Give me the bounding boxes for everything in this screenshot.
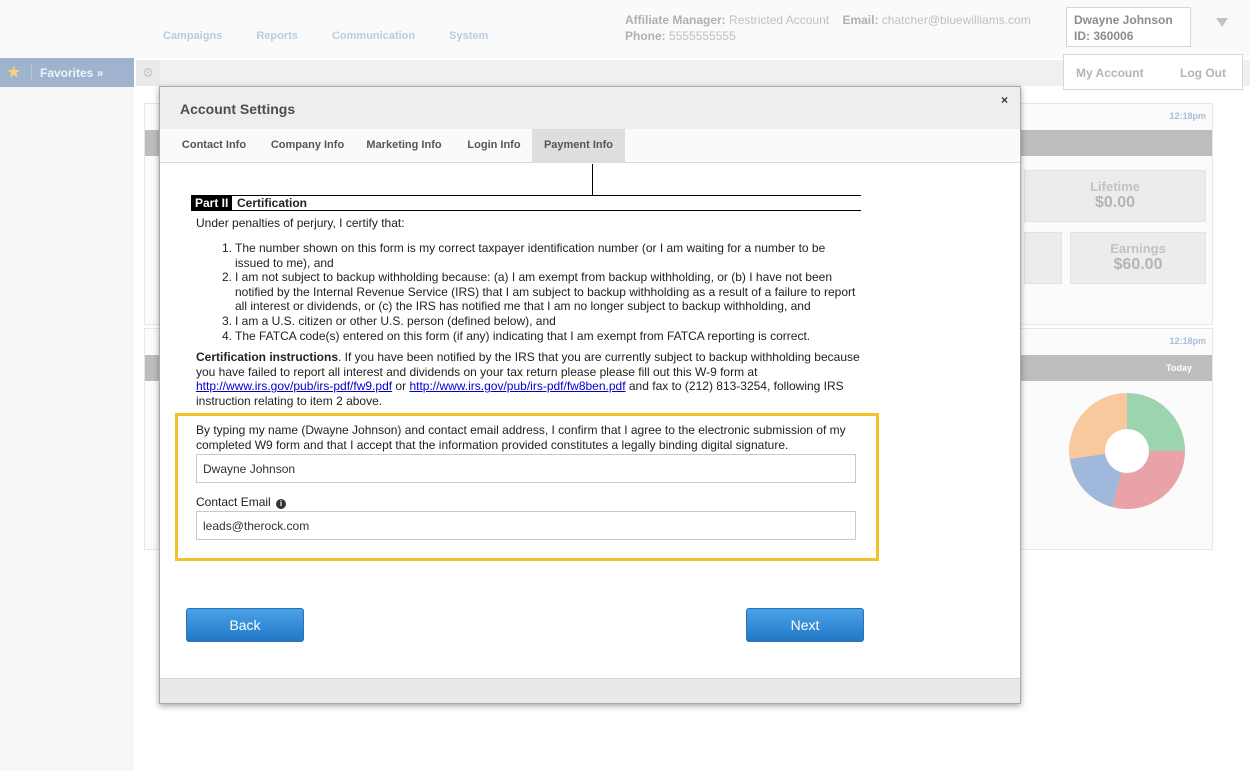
chevron-down-icon[interactable] <box>1216 18 1228 27</box>
tab-contact-info[interactable]: Contact Info <box>172 129 256 163</box>
list-item: 3. I am a U.S. citizen or other U.S. pers… <box>222 314 862 329</box>
earnings-value: $60.00 <box>1113 256 1163 273</box>
lifetime-stat: Lifetime $0.00 <box>1024 170 1206 222</box>
manager-value: Restricted Account <box>729 13 830 27</box>
certification-heading: Certification <box>237 196 308 210</box>
affiliate-manager-info: Affiliate Manager: Restricted Account Em… <box>625 12 1031 44</box>
item-text: I am a U.S. citizen or other U.S. person… <box>235 313 556 328</box>
tab-company-info[interactable]: Company Info <box>260 129 355 163</box>
fw9-link[interactable]: http://www.irs.gov/pub/irs-pdf/fw9.pdf <box>196 379 392 393</box>
lifetime-value: $0.00 <box>1094 194 1136 211</box>
phone-value: 5555555555 <box>669 29 736 43</box>
lifetime-label: Lifetime <box>1090 179 1140 194</box>
panel-time: 12:18pm <box>1169 336 1206 346</box>
tab-marketing-info[interactable]: Marketing Info <box>360 129 448 163</box>
main-nav: Campaigns Reports Communication System <box>163 30 519 42</box>
donut-chart <box>1069 393 1185 509</box>
my-account-link[interactable]: My Account <box>1076 66 1144 80</box>
stat-box <box>1024 232 1062 284</box>
divider <box>31 64 32 81</box>
item-text: I am not subject to backup withholding b… <box>235 270 856 314</box>
contact-email-input[interactable] <box>196 511 856 540</box>
account-settings-modal: Account Settings × Contact Info Company … <box>159 86 1021 704</box>
certification-instructions: Certification instructions. If you have … <box>196 350 861 408</box>
list-item: 2. I am not subject to backup withholding… <box>222 270 862 314</box>
panel-time: 12:18pm <box>1169 111 1206 121</box>
contact-email-label: Contact Email i <box>196 495 287 509</box>
fw8ben-link[interactable]: http://www.irs.gov/pub/irs-pdf/fw8ben.pd… <box>409 379 625 393</box>
donut-hole <box>1105 429 1149 473</box>
favorites-label: Favorites » <box>40 66 104 80</box>
tab-login-info[interactable]: Login Info <box>459 129 529 163</box>
manager-label: Affiliate Manager: <box>625 13 726 27</box>
top-bar: Campaigns Reports Communication System A… <box>0 0 1250 58</box>
email-value: chatcher@bluewilliams.com <box>881 13 1031 27</box>
nav-communication[interactable]: Communication <box>332 30 415 42</box>
nav-campaigns[interactable]: Campaigns <box>163 30 222 42</box>
earnings-label: Earnings <box>1110 241 1166 256</box>
user-name: Dwayne Johnson <box>1074 13 1173 27</box>
divider <box>191 210 861 211</box>
modal-header: Account Settings × <box>160 87 1020 129</box>
item-number: 1. <box>222 241 233 255</box>
email-label: Email: <box>842 13 879 27</box>
tab-bar: Contact Info Company Info Marketing Info… <box>160 129 1020 163</box>
list-item: 1. The number shown on this form is my co… <box>222 241 862 270</box>
certification-list: 1. The number shown on this form is my co… <box>222 241 862 343</box>
sidebar <box>0 58 134 771</box>
item-text: The number shown on this form is my corr… <box>235 241 826 270</box>
item-number: 4. <box>222 328 233 343</box>
item-number: 3. <box>222 313 233 328</box>
star-icon: ★ <box>7 64 21 81</box>
list-item: 4. The FATCA code(s) entered on this form… <box>222 329 862 344</box>
close-icon[interactable]: × <box>1001 93 1008 107</box>
account-menu: My Account Log Out <box>1063 54 1243 90</box>
nav-reports[interactable]: Reports <box>256 30 298 42</box>
back-button[interactable]: Back <box>186 608 304 642</box>
logout-link[interactable]: Log Out <box>1180 66 1226 80</box>
modal-footer <box>160 678 1020 703</box>
earnings-stat: Earnings $60.00 <box>1070 232 1206 284</box>
contact-email-label-text: Contact Email <box>196 495 271 509</box>
favorites-bar[interactable]: ★ Favorites » <box>0 58 134 87</box>
agreement-text: By typing my name (Dwayne Johnson) and c… <box>196 423 846 452</box>
item-text: The FATCA code(s) entered on this form (… <box>235 328 811 343</box>
tab-payment-info[interactable]: Payment Info <box>532 129 625 163</box>
signature-name-input[interactable] <box>196 454 856 483</box>
under-penalties-text: Under penalties of perjury, I certify th… <box>196 216 405 230</box>
part-label: Part II <box>191 196 233 210</box>
phone-label: Phone: <box>625 29 666 43</box>
user-id: ID: 360006 <box>1074 29 1134 43</box>
next-button[interactable]: Next <box>746 608 864 642</box>
modal-title: Account Settings <box>180 101 296 117</box>
modal-content: Part II Certification Under penalties of… <box>160 164 1020 679</box>
divider <box>592 164 593 195</box>
today-label: Today <box>1166 363 1192 373</box>
item-number: 2. <box>222 270 233 285</box>
instructions-or: or <box>392 379 410 394</box>
info-icon[interactable]: i <box>276 499 287 509</box>
user-box[interactable]: Dwayne Johnson ID: 360006 <box>1066 7 1191 47</box>
gear-icon[interactable]: ⚙ <box>136 60 160 86</box>
nav-system[interactable]: System <box>449 30 488 42</box>
instructions-heading: Certification instructions <box>196 350 339 364</box>
